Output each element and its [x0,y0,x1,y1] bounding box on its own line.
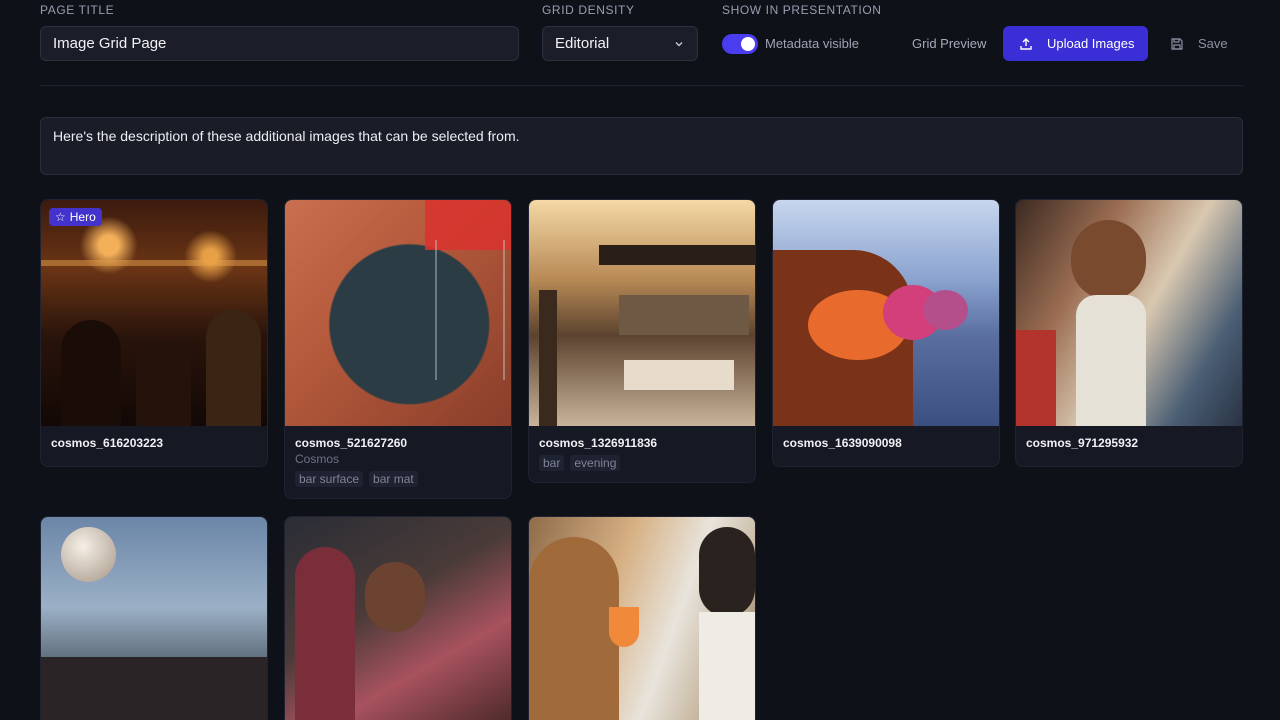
description-field[interactable]: Here's the description of these addition… [40,117,1243,175]
grid-density-label: GRID DENSITY [542,3,635,17]
tag[interactable]: bar surface [295,471,364,487]
grid-preview-button[interactable]: Grid Preview [912,36,986,51]
star-icon: ☆ [55,210,66,224]
tag-list: bar surface bar mat [285,466,511,487]
image-source: Cosmos [295,452,340,466]
hero-badge-label: Hero [69,210,96,224]
image-thumbnail[interactable] [1016,200,1242,426]
image-thumbnail[interactable]: ☆ Hero [41,200,267,426]
header-divider [40,85,1243,86]
tag[interactable]: bar [539,455,565,471]
image-card[interactable]: cosmos_1326911836 bar evening [528,199,756,483]
image-thumbnail[interactable] [773,200,999,426]
image-name: cosmos_616203223 [51,436,164,450]
metadata-toggle[interactable] [722,34,758,54]
presentation-label: SHOW IN PRESENTATION [722,3,882,17]
image-thumbnail[interactable] [529,200,755,426]
image-name: cosmos_971295932 [1026,436,1139,450]
image-card[interactable] [284,516,512,720]
image-card[interactable]: cosmos_1639090098 [772,199,1000,467]
upload-images-button[interactable]: Upload Images [1003,26,1148,61]
tag[interactable]: evening [570,455,621,471]
image-name: cosmos_1326911836 [539,436,658,450]
image-name: cosmos_521627260 [295,436,408,450]
image-name: cosmos_1639090098 [783,436,902,450]
page-title-label: PAGE TITLE [40,3,115,17]
chevron-down-icon [675,41,683,46]
save-icon [1171,37,1183,50]
image-thumbnail[interactable] [41,517,267,720]
image-card[interactable] [40,516,268,720]
save-button[interactable]: Save [1170,26,1228,61]
image-thumbnail[interactable] [285,200,511,426]
metadata-toggle-label: Metadata visible [765,36,859,51]
image-card[interactable] [528,516,756,720]
image-card[interactable]: ☆ Hero cosmos_616203223 [40,199,268,467]
image-card[interactable]: cosmos_971295932 [1015,199,1243,467]
image-thumbnail[interactable] [529,517,755,720]
grid-density-select[interactable]: Editorial [542,26,698,61]
tag[interactable]: bar mat [369,471,418,487]
toggle-knob [741,37,755,51]
upload-images-label: Upload Images [1047,36,1135,51]
upload-icon [1020,37,1032,50]
image-card[interactable]: cosmos_521627260 Cosmos bar surface bar … [284,199,512,499]
page-title-input[interactable] [40,26,519,61]
hero-badge: ☆ Hero [49,208,102,226]
save-label: Save [1198,36,1228,51]
grid-density-value: Editorial [555,35,610,52]
tag-list: bar evening [529,450,755,471]
image-thumbnail[interactable] [285,517,511,720]
